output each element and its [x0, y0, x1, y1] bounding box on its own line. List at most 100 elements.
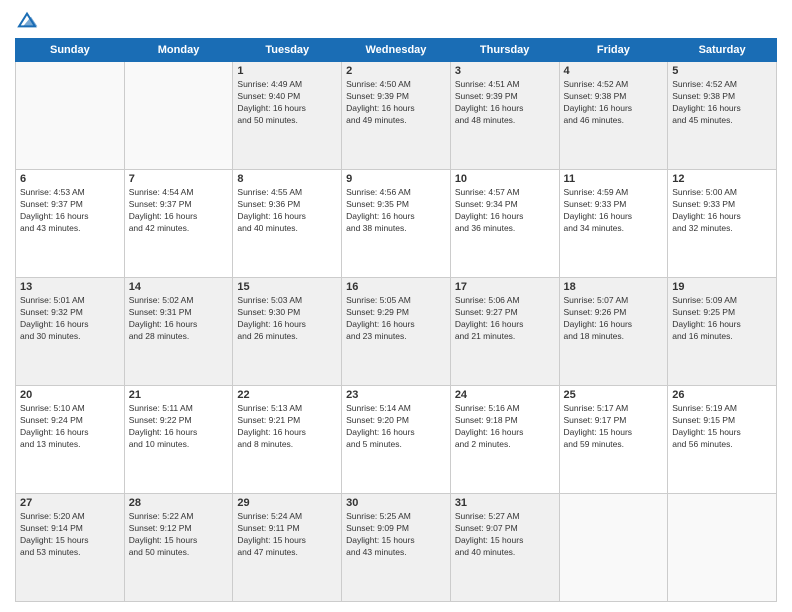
day-info: Sunrise: 4:57 AM Sunset: 9:34 PM Dayligh…	[455, 187, 555, 235]
day-info: Sunrise: 4:50 AM Sunset: 9:39 PM Dayligh…	[346, 79, 446, 127]
calendar-cell: 16 Sunrise: 5:05 AM Sunset: 9:29 PM Dayli…	[342, 278, 451, 386]
calendar-cell: 14 Sunrise: 5:02 AM Sunset: 9:31 PM Dayli…	[124, 278, 233, 386]
calendar-cell: 10 Sunrise: 4:57 AM Sunset: 9:34 PM Dayli…	[450, 170, 559, 278]
day-number: 4	[564, 65, 664, 77]
day-number: 13	[20, 281, 120, 293]
day-number: 14	[129, 281, 229, 293]
calendar-cell: 3Sunrise: 4:51 AM Sunset: 9:39 PM Daylig…	[450, 62, 559, 170]
weekday-header-wednesday: Wednesday	[342, 39, 451, 62]
week-row-3: 20 Sunrise: 5:10 AM Sunset: 9:24 PM Dayli…	[16, 386, 777, 494]
week-row-2: 13 Sunrise: 5:01 AM Sunset: 9:32 PM Dayli…	[16, 278, 777, 386]
weekday-header-saturday: Saturday	[668, 39, 777, 62]
day-info: Sunrise: 4:52 AM Sunset: 9:38 PM Dayligh…	[672, 79, 772, 127]
calendar-cell	[16, 62, 125, 170]
day-info: Sunrise: 4:59 AM Sunset: 9:33 PM Dayligh…	[564, 187, 664, 235]
day-info: Sunrise: 5:10 AM Sunset: 9:24 PM Dayligh…	[20, 403, 120, 451]
calendar-cell: 1 Sunrise: 4:49 AM Sunset: 9:40 PM Daylig…	[233, 62, 342, 170]
day-info: Sunrise: 5:05 AM Sunset: 9:29 PM Dayligh…	[346, 295, 446, 343]
calendar-cell: 7 Sunrise: 4:54 AM Sunset: 9:37 PM Daylig…	[124, 170, 233, 278]
logo-icon	[15, 10, 39, 30]
calendar-cell	[668, 494, 777, 602]
calendar-cell	[124, 62, 233, 170]
day-info: Sunrise: 4:54 AM Sunset: 9:37 PM Dayligh…	[129, 187, 229, 235]
day-info: Sunrise: 5:03 AM Sunset: 9:30 PM Dayligh…	[237, 295, 337, 343]
day-info: Sunrise: 5:11 AM Sunset: 9:22 PM Dayligh…	[129, 403, 229, 451]
weekday-header-friday: Friday	[559, 39, 668, 62]
day-info: Sunrise: 5:19 AM Sunset: 9:15 PM Dayligh…	[672, 403, 772, 451]
day-number: 27	[20, 497, 120, 509]
day-number: 20	[20, 389, 120, 401]
day-info: Sunrise: 5:16 AM Sunset: 9:18 PM Dayligh…	[455, 403, 555, 451]
calendar-cell: 27 Sunrise: 5:20 AM Sunset: 9:14 PM Dayli…	[16, 494, 125, 602]
day-number: 7	[129, 173, 229, 185]
weekday-header-sunday: Sunday	[16, 39, 125, 62]
calendar-cell: 31 Sunrise: 5:27 AM Sunset: 9:07 PM Dayli…	[450, 494, 559, 602]
day-number: 11	[564, 173, 664, 185]
day-number: 10	[455, 173, 555, 185]
day-number: 30	[346, 497, 446, 509]
week-row-4: 27 Sunrise: 5:20 AM Sunset: 9:14 PM Dayli…	[16, 494, 777, 602]
calendar-cell: 23 Sunrise: 5:14 AM Sunset: 9:20 PM Dayli…	[342, 386, 451, 494]
day-number: 31	[455, 497, 555, 509]
logo	[15, 10, 43, 30]
calendar-cell: 21Sunrise: 5:11 AM Sunset: 9:22 PM Dayli…	[124, 386, 233, 494]
day-info: Sunrise: 5:01 AM Sunset: 9:32 PM Dayligh…	[20, 295, 120, 343]
day-info: Sunrise: 5:25 AM Sunset: 9:09 PM Dayligh…	[346, 511, 446, 559]
day-info: Sunrise: 5:27 AM Sunset: 9:07 PM Dayligh…	[455, 511, 555, 559]
calendar-cell: 5 Sunrise: 4:52 AM Sunset: 9:38 PM Daylig…	[668, 62, 777, 170]
day-info: Sunrise: 5:24 AM Sunset: 9:11 PM Dayligh…	[237, 511, 337, 559]
calendar-cell: 6 Sunrise: 4:53 AM Sunset: 9:37 PM Daylig…	[16, 170, 125, 278]
day-number: 22	[237, 389, 337, 401]
day-info: Sunrise: 4:55 AM Sunset: 9:36 PM Dayligh…	[237, 187, 337, 235]
calendar-cell	[559, 494, 668, 602]
day-number: 3	[455, 65, 555, 77]
day-info: Sunrise: 4:53 AM Sunset: 9:37 PM Dayligh…	[20, 187, 120, 235]
calendar-table: SundayMondayTuesdayWednesdayThursdayFrid…	[15, 38, 777, 602]
day-info: Sunrise: 5:13 AM Sunset: 9:21 PM Dayligh…	[237, 403, 337, 451]
calendar-cell: 26Sunrise: 5:19 AM Sunset: 9:15 PM Dayli…	[668, 386, 777, 494]
day-number: 28	[129, 497, 229, 509]
day-number: 12	[672, 173, 772, 185]
weekday-header-thursday: Thursday	[450, 39, 559, 62]
weekday-header-row: SundayMondayTuesdayWednesdayThursdayFrid…	[16, 39, 777, 62]
day-info: Sunrise: 5:20 AM Sunset: 9:14 PM Dayligh…	[20, 511, 120, 559]
day-info: Sunrise: 5:07 AM Sunset: 9:26 PM Dayligh…	[564, 295, 664, 343]
day-number: 15	[237, 281, 337, 293]
day-number: 19	[672, 281, 772, 293]
calendar-cell: 17 Sunrise: 5:06 AM Sunset: 9:27 PM Dayli…	[450, 278, 559, 386]
calendar-cell: 19 Sunrise: 5:09 AM Sunset: 9:25 PM Dayli…	[668, 278, 777, 386]
week-row-1: 6 Sunrise: 4:53 AM Sunset: 9:37 PM Daylig…	[16, 170, 777, 278]
day-number: 2	[346, 65, 446, 77]
calendar-cell: 13 Sunrise: 5:01 AM Sunset: 9:32 PM Dayli…	[16, 278, 125, 386]
calendar-cell: 8 Sunrise: 4:55 AM Sunset: 9:36 PM Daylig…	[233, 170, 342, 278]
day-info: Sunrise: 5:00 AM Sunset: 9:33 PM Dayligh…	[672, 187, 772, 235]
calendar-cell: 22 Sunrise: 5:13 AM Sunset: 9:21 PM Dayli…	[233, 386, 342, 494]
calendar-cell: 11 Sunrise: 4:59 AM Sunset: 9:33 PM Dayli…	[559, 170, 668, 278]
day-number: 17	[455, 281, 555, 293]
day-number: 18	[564, 281, 664, 293]
calendar-cell: 30 Sunrise: 5:25 AM Sunset: 9:09 PM Dayli…	[342, 494, 451, 602]
calendar-cell: 28 Sunrise: 5:22 AM Sunset: 9:12 PM Dayli…	[124, 494, 233, 602]
day-number: 5	[672, 65, 772, 77]
calendar-cell: 29 Sunrise: 5:24 AM Sunset: 9:11 PM Dayli…	[233, 494, 342, 602]
day-info: Sunrise: 4:49 AM Sunset: 9:40 PM Dayligh…	[237, 79, 337, 127]
day-number: 8	[237, 173, 337, 185]
day-number: 6	[20, 173, 120, 185]
day-number: 1	[237, 65, 337, 77]
day-info: Sunrise: 5:02 AM Sunset: 9:31 PM Dayligh…	[129, 295, 229, 343]
day-info: Sunrise: 5:14 AM Sunset: 9:20 PM Dayligh…	[346, 403, 446, 451]
calendar-cell: 12 Sunrise: 5:00 AM Sunset: 9:33 PM Dayli…	[668, 170, 777, 278]
day-number: 16	[346, 281, 446, 293]
day-number: 29	[237, 497, 337, 509]
day-info: Sunrise: 5:17 AM Sunset: 9:17 PM Dayligh…	[564, 403, 664, 451]
day-number: 23	[346, 389, 446, 401]
day-info: Sunrise: 5:06 AM Sunset: 9:27 PM Dayligh…	[455, 295, 555, 343]
calendar-cell: 20 Sunrise: 5:10 AM Sunset: 9:24 PM Dayli…	[16, 386, 125, 494]
calendar-cell: 2 Sunrise: 4:50 AM Sunset: 9:39 PM Daylig…	[342, 62, 451, 170]
weekday-header-monday: Monday	[124, 39, 233, 62]
week-row-0: 1 Sunrise: 4:49 AM Sunset: 9:40 PM Daylig…	[16, 62, 777, 170]
day-info: Sunrise: 5:09 AM Sunset: 9:25 PM Dayligh…	[672, 295, 772, 343]
day-info: Sunrise: 5:22 AM Sunset: 9:12 PM Dayligh…	[129, 511, 229, 559]
day-number: 25	[564, 389, 664, 401]
page: SundayMondayTuesdayWednesdayThursdayFrid…	[0, 0, 792, 612]
